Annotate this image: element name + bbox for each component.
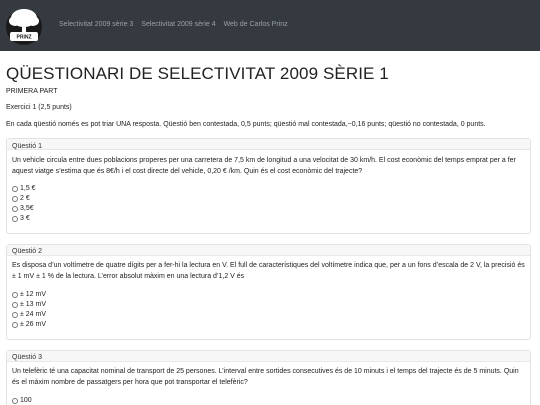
answer-option[interactable]: 2 €: [12, 195, 30, 202]
radio-button[interactable]: [12, 185, 18, 192]
radio-button[interactable]: [12, 215, 18, 222]
option-label: ± 24 mV: [20, 311, 47, 318]
instructions-text: En cada qüestió només es pot triar UNA r…: [6, 121, 486, 128]
nav-link-serie-4[interactable]: Selectivitat 2009 sèrie 4: [141, 21, 215, 28]
radio-button[interactable]: [12, 311, 18, 318]
section-label: PRIMERA PART: [6, 88, 58, 95]
question-card-1: Qüestió 1 Un vehicle circula entre dues …: [6, 138, 531, 234]
radio-button[interactable]: [12, 397, 18, 404]
nav-link-serie-3[interactable]: Selectivitat 2009 sèrie 3: [59, 21, 133, 28]
question-card-header: [7, 351, 530, 362]
option-label: ± 13 mV: [20, 301, 47, 308]
answer-option[interactable]: ± 12 mV: [12, 291, 46, 298]
option-label: 3,5€: [20, 205, 34, 212]
question-label: Qüestió 1: [12, 143, 42, 150]
page-title: QÜESTIONARI DE SELECTIVITAT 2009 SÈRIE 1: [6, 64, 389, 83]
answer-option[interactable]: ± 13 mV: [12, 301, 46, 308]
question-text: Un telefèric té una capacitat nominal de…: [12, 368, 519, 386]
option-label: 100: [20, 397, 32, 404]
question-card-header: [7, 139, 530, 150]
question-card-3: Qüestió 3 Un telefèric té una capacitat …: [6, 350, 531, 405]
option-label: 1,5 €: [20, 185, 36, 192]
answer-option[interactable]: ± 26 mV: [12, 321, 46, 328]
answer-option[interactable]: 3,5€: [12, 205, 34, 212]
radio-button[interactable]: [12, 195, 18, 202]
radio-button[interactable]: [12, 291, 18, 298]
question-label: Qüestió 3: [12, 354, 42, 361]
radio-button[interactable]: [12, 205, 18, 212]
nav-links: Selectivitat 2009 sèrie 3 Selectivitat 2…: [59, 21, 294, 28]
radio-button[interactable]: [12, 301, 18, 308]
carlos-prinz-logo[interactable]: PRINZ: [5, 3, 43, 48]
answer-option[interactable]: 3 €: [12, 215, 30, 222]
question-text: Un vehicle circula entre dues poblacions…: [12, 157, 516, 175]
question-card-2: Qüestió 2 Es disposa d’un voltímetre de …: [6, 244, 531, 340]
answer-option[interactable]: ± 24 mV: [12, 311, 46, 318]
option-label: 3 €: [20, 215, 30, 222]
svg-text:PRINZ: PRINZ: [17, 35, 32, 41]
option-label: 2 €: [20, 195, 30, 202]
navbar: PRINZ Selectivitat 2009 sèrie 3 Selectiv…: [0, 0, 540, 51]
nav-link-web-carlos-prinz[interactable]: Web de Carlos Prinz: [224, 21, 288, 28]
answer-option[interactable]: 1,5 €: [12, 185, 36, 192]
question-label: Qüestió 2: [12, 248, 42, 255]
question-card-header: [7, 245, 530, 256]
option-label: ± 26 mV: [20, 321, 47, 328]
radio-button[interactable]: [12, 321, 18, 328]
answer-option[interactable]: 100: [12, 397, 32, 404]
option-label: ± 12 mV: [20, 291, 47, 298]
question-text: Es disposa d’un voltímetre de quatre díg…: [12, 262, 525, 280]
exercise-label: Exercici 1 (2,5 punts): [6, 104, 72, 111]
